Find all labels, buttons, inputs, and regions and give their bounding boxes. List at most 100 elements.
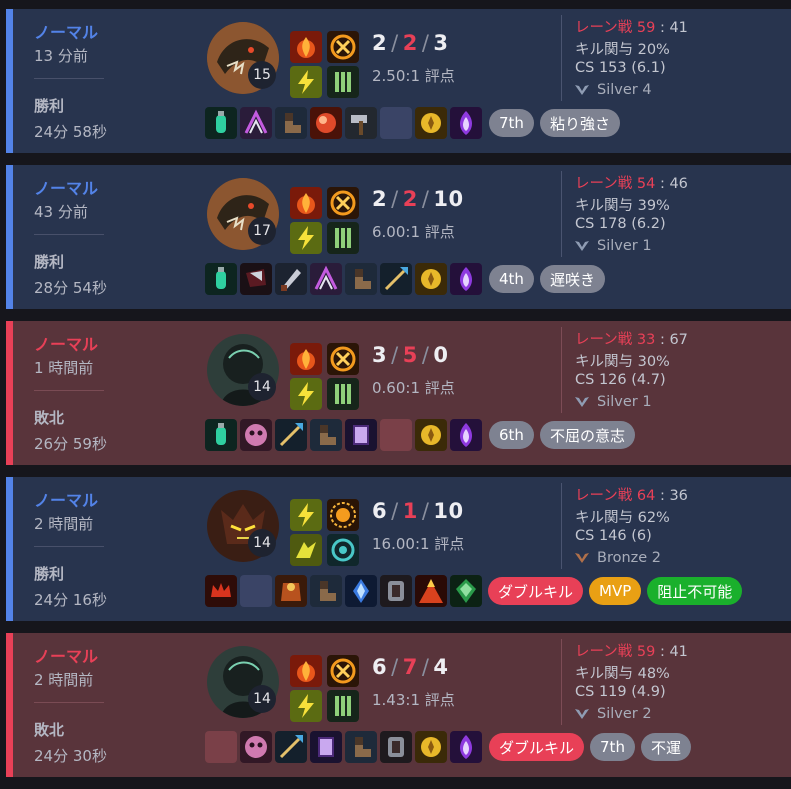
ward-item[interactable] bbox=[415, 419, 447, 451]
ward-item[interactable] bbox=[415, 107, 447, 139]
mask-item[interactable] bbox=[240, 419, 272, 451]
emerald-item[interactable] bbox=[450, 575, 482, 607]
ignite-icon[interactable] bbox=[290, 31, 322, 63]
smite-icon[interactable] bbox=[327, 343, 359, 375]
claw-item[interactable] bbox=[240, 107, 272, 139]
badge-list: ダブルキル MVP 阻止不可能 bbox=[488, 577, 743, 605]
rank: Silver 2 bbox=[575, 706, 652, 722]
kda-ratio: 6.00:1 評点 bbox=[372, 223, 455, 241]
divider bbox=[34, 702, 104, 703]
volcano-item[interactable] bbox=[415, 575, 447, 607]
deaths: 2 bbox=[402, 187, 418, 211]
boots-item[interactable] bbox=[345, 263, 377, 295]
creep-score: CS 126 (4.7) bbox=[575, 372, 666, 388]
queue-type: ノーマル bbox=[34, 179, 99, 198]
rank: Bronze 2 bbox=[575, 550, 661, 566]
mask-item[interactable] bbox=[240, 731, 272, 763]
rank-icon bbox=[575, 550, 597, 566]
smite-icon[interactable] bbox=[327, 655, 359, 687]
tome-item[interactable] bbox=[345, 419, 377, 451]
spirit-item[interactable] bbox=[450, 419, 482, 451]
kda-ratio: 1.43:1 評点 bbox=[372, 691, 455, 709]
stats-divider bbox=[561, 483, 562, 569]
smite-icon[interactable] bbox=[327, 187, 359, 219]
spirit-item[interactable] bbox=[450, 107, 482, 139]
flash-icon[interactable] bbox=[290, 66, 322, 98]
rank-icon bbox=[575, 706, 597, 722]
spirit-item[interactable] bbox=[450, 731, 482, 763]
flash-icon[interactable] bbox=[290, 690, 322, 722]
crystal-item[interactable] bbox=[345, 575, 377, 607]
empty-item-slot bbox=[240, 575, 272, 607]
spear-item[interactable] bbox=[275, 419, 307, 451]
hammer-item[interactable] bbox=[345, 107, 377, 139]
kills: 2 bbox=[372, 187, 388, 211]
result-indicator-bar bbox=[6, 165, 13, 309]
match-card[interactable]: ノーマル 1 時間前 敗北 26分 59秒 14 3/5/0 0.60:1 評点 レーン戦 3… bbox=[6, 321, 791, 465]
rank-label: Bronze 2 bbox=[597, 550, 662, 566]
match-duration: 24分 30秒 bbox=[34, 747, 107, 765]
rank-label: Silver 4 bbox=[597, 82, 652, 98]
potion-item[interactable] bbox=[205, 107, 237, 139]
kda-ratio: 0.60:1 評点 bbox=[372, 379, 455, 397]
rune-tree-icon[interactable] bbox=[327, 66, 359, 98]
flash-icon[interactable] bbox=[290, 222, 322, 254]
badge-list: 6th 不屈の意志 bbox=[489, 421, 635, 449]
boots-item[interactable] bbox=[275, 107, 307, 139]
claw-item[interactable] bbox=[310, 263, 342, 295]
ward-item[interactable] bbox=[415, 731, 447, 763]
ignite-icon[interactable] bbox=[290, 655, 322, 687]
flash-icon[interactable] bbox=[290, 499, 322, 531]
match-card[interactable]: ノーマル 43 分前 勝利 28分 54秒 17 2/2/10 6.00:1 評点 レーン戦 … bbox=[6, 165, 791, 309]
achievement-badge: 7th bbox=[489, 109, 534, 137]
spear-item[interactable] bbox=[275, 731, 307, 763]
kda: 3/5/0 bbox=[372, 343, 449, 367]
potion-item[interactable] bbox=[205, 263, 237, 295]
cloak-item[interactable] bbox=[275, 575, 307, 607]
boots-item[interactable] bbox=[310, 419, 342, 451]
ignite-icon[interactable] bbox=[290, 343, 322, 375]
flash-icon[interactable] bbox=[290, 378, 322, 410]
match-card[interactable]: ノーマル 2 時間前 敗北 24分 30秒 14 6/7/4 1.43:1 評点 レーン戦 5… bbox=[6, 633, 791, 777]
lane-mine: 59 bbox=[636, 20, 656, 36]
achievement-badge: ダブルキル bbox=[489, 733, 585, 761]
deaths: 5 bbox=[402, 343, 418, 367]
armor-item[interactable] bbox=[380, 575, 412, 607]
empty-item-slot bbox=[380, 419, 412, 451]
kda-ratio: 2.50:1 評点 bbox=[372, 67, 455, 85]
match-result: 敗北 bbox=[34, 409, 65, 427]
match-card[interactable]: ノーマル 13 分前 勝利 24分 58秒 15 2/2/3 2.50:1 評点 レーン戦 5… bbox=[6, 9, 791, 153]
ignite-icon[interactable] bbox=[290, 187, 322, 219]
creep-score: CS 119 (4.9) bbox=[575, 684, 666, 700]
potion-item[interactable] bbox=[205, 419, 237, 451]
dagger-item[interactable] bbox=[275, 263, 307, 295]
rank-icon bbox=[575, 394, 597, 410]
spear-item[interactable] bbox=[380, 263, 412, 295]
rune-tree-icon[interactable] bbox=[327, 690, 359, 722]
lane-label: レーン戦 bbox=[575, 176, 633, 192]
match-card[interactable]: ノーマル 2 時間前 勝利 24分 16秒 14 6/1/10 16.00:1 評点 レーン戦… bbox=[6, 477, 791, 621]
tome-item[interactable] bbox=[310, 731, 342, 763]
kda: 6/7/4 bbox=[372, 655, 449, 679]
lane-theirs: 67 bbox=[669, 332, 688, 348]
rank-label: Silver 1 bbox=[597, 238, 652, 254]
cleaver-item[interactable] bbox=[240, 263, 272, 295]
rank: Silver 1 bbox=[575, 394, 652, 410]
crown-item[interactable] bbox=[205, 575, 237, 607]
rune-tree-icon[interactable] bbox=[327, 222, 359, 254]
ward-item[interactable] bbox=[415, 263, 447, 295]
boots-item[interactable] bbox=[310, 575, 342, 607]
rune-tree-icon[interactable] bbox=[327, 378, 359, 410]
empty-item-slot bbox=[205, 731, 237, 763]
sprint-icon[interactable] bbox=[290, 534, 322, 566]
smite-icon[interactable] bbox=[327, 31, 359, 63]
kda: 2/2/3 bbox=[372, 31, 449, 55]
orb-item[interactable] bbox=[310, 107, 342, 139]
sun-rune-icon[interactable] bbox=[327, 499, 359, 531]
assists: 3 bbox=[433, 31, 449, 55]
armor-item[interactable] bbox=[380, 731, 412, 763]
boots-item[interactable] bbox=[345, 731, 377, 763]
lane-score: レーン戦 54 : 46 bbox=[575, 176, 688, 192]
spirit-item[interactable] bbox=[450, 263, 482, 295]
swirl-rune-icon[interactable] bbox=[327, 534, 359, 566]
